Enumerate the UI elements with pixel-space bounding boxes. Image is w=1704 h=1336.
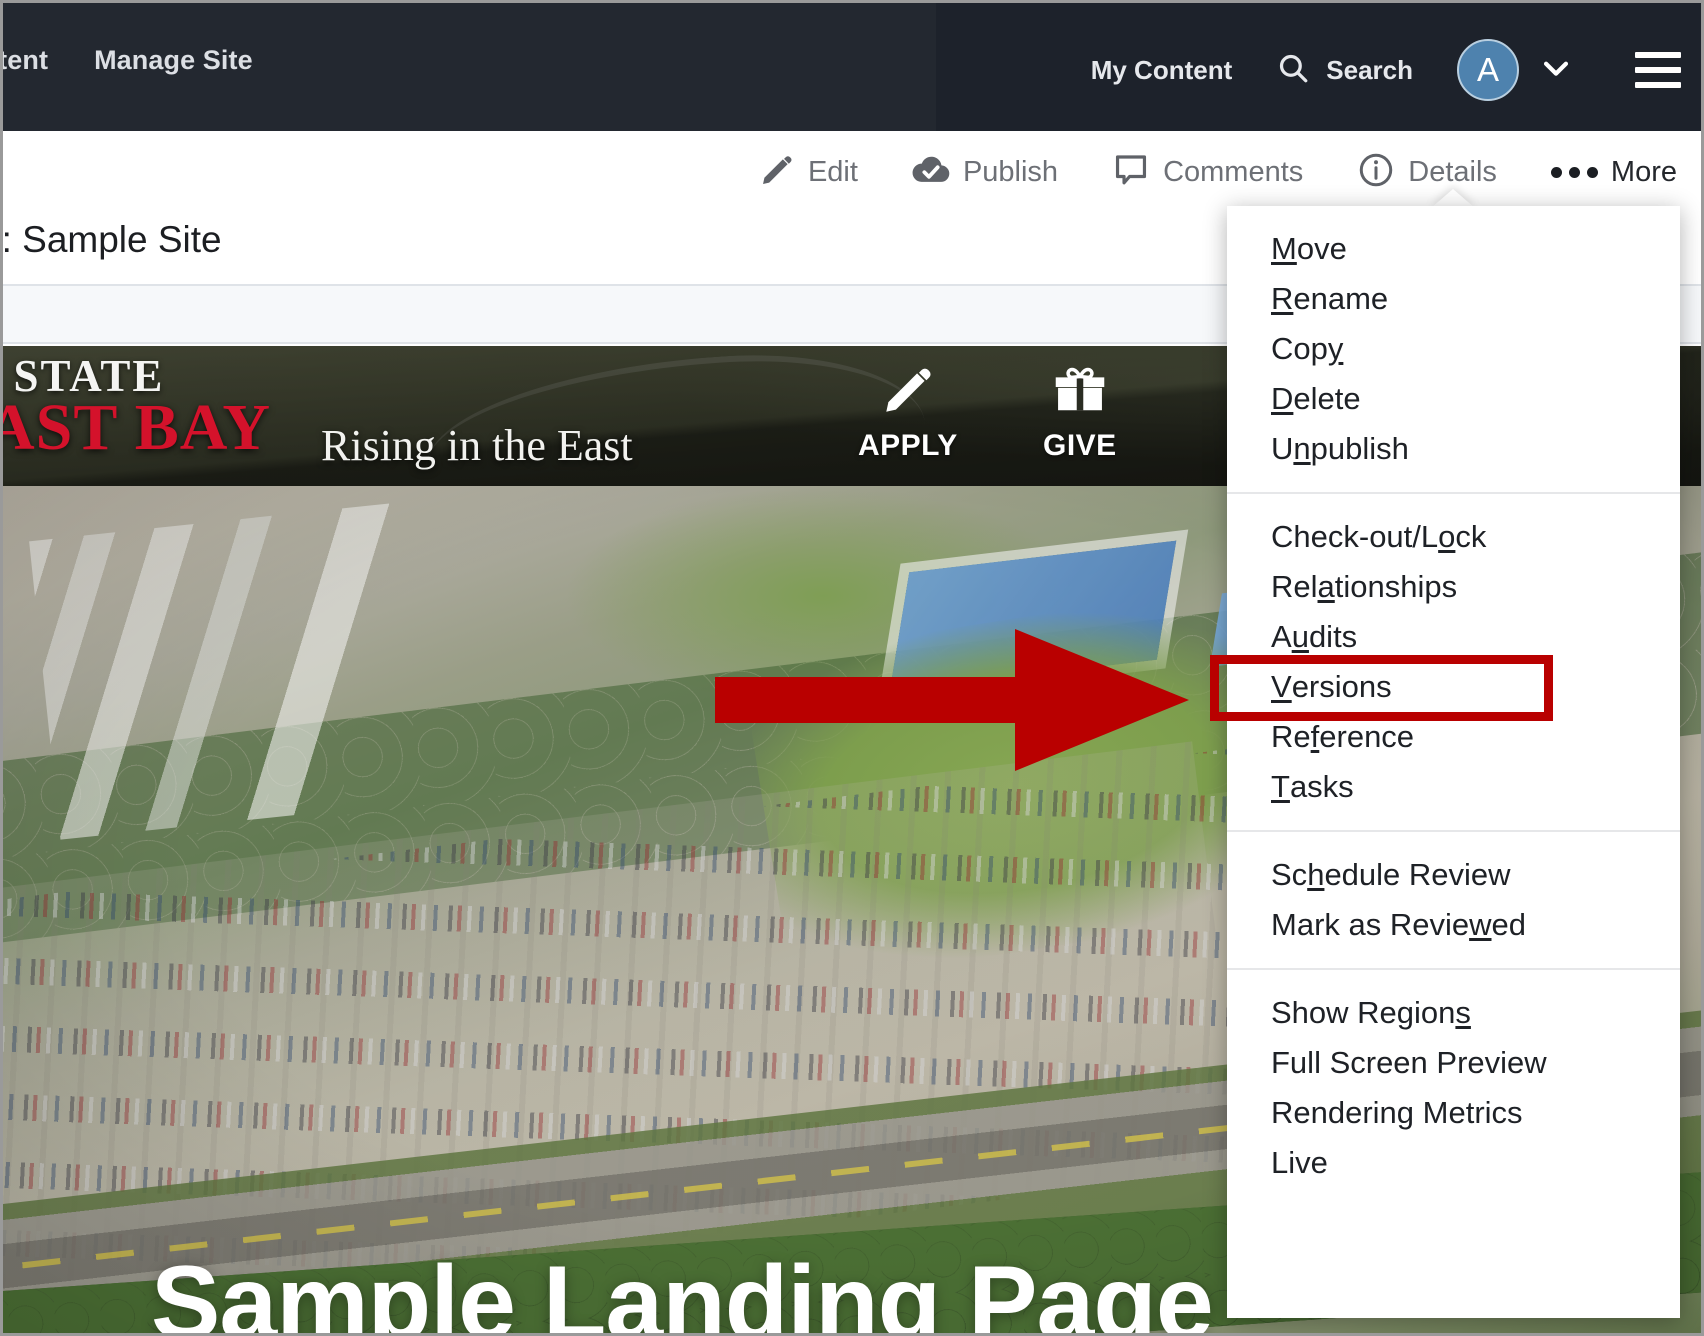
more-dropdown-menu: Move Rename Cop y Delete Un publish Check-out/L…: [1227, 206, 1680, 1318]
menu-item-live[interactable]: Live: [1227, 1138, 1680, 1188]
cloud-check-icon: [912, 151, 950, 194]
site-tagline: Rising in the East: [321, 421, 633, 470]
menu-item-versions[interactable]: Versions: [1227, 662, 1680, 712]
menu-item-mark-as-reviewed[interactable]: Mark as Revie w ed: [1227, 900, 1680, 950]
menu-item-reference[interactable]: Re f erence: [1227, 712, 1680, 762]
toolbar-more-label: More: [1610, 155, 1677, 188]
menu-item-tasks[interactable]: Tasks: [1227, 762, 1680, 812]
pencil-icon: [759, 152, 795, 193]
search-button[interactable]: Search: [1276, 51, 1413, 90]
menu-group-file-actions: Move Rename Cop y Delete Un publish: [1227, 206, 1680, 492]
menu-item-full-screen-preview[interactable]: Full Screen Preview: [1227, 1038, 1680, 1088]
nav-manage-site[interactable]: Manage Site: [94, 45, 253, 76]
menu-item-move[interactable]: Move: [1227, 224, 1680, 274]
my-content-link[interactable]: My Content: [1091, 55, 1233, 86]
nav-content[interactable]: ontent: [3, 45, 48, 76]
menu-group-content-actions: Check-out/L o ck Rel a tionships Au dits Version…: [1227, 492, 1680, 830]
page-title: e: Sample Site: [3, 219, 222, 260]
primary-nav: ontent Manage Site: [3, 45, 253, 76]
menu-item-delete[interactable]: Delete: [1227, 374, 1680, 424]
toolbar-edit[interactable]: Edit: [759, 152, 858, 193]
toolbar-details-label: Details: [1408, 155, 1497, 188]
avatar[interactable]: A: [1457, 39, 1519, 101]
top-navigation-bar: ontent Manage Site My Content Search A: [3, 3, 1701, 131]
site-logo[interactable]: , STATE AST BAY: [3, 354, 271, 461]
toolbar-edit-label: Edit: [807, 155, 858, 188]
toolbar-details[interactable]: Details: [1357, 151, 1497, 194]
search-icon: [1276, 51, 1310, 90]
menu-group-review-actions: Sc h edule Review Mark as Revie w ed: [1227, 830, 1680, 968]
menu-group-view-actions: Show Region s Full Screen Preview Rendering…: [1227, 968, 1680, 1206]
menu-item-check-out-lock[interactable]: Check-out/L o ck: [1227, 512, 1680, 562]
topbar-right-group: My Content Search A: [1091, 39, 1681, 101]
menu-item-unpublish[interactable]: Un publish: [1227, 424, 1680, 474]
banner-cta-give[interactable]: GIVE: [1043, 362, 1117, 463]
info-circle-icon: [1357, 151, 1395, 194]
site-logo-line2: AST BAY: [3, 391, 271, 464]
chevron-down-icon[interactable]: [1539, 51, 1573, 90]
avatar-initial: A: [1476, 51, 1499, 88]
menu-item-relationships[interactable]: Rel a tionships: [1227, 562, 1680, 612]
menu-item-show-regions[interactable]: Show Region s: [1227, 988, 1680, 1038]
hero-headline: Sample Landing Page: [151, 1245, 1214, 1333]
search-label: Search: [1326, 54, 1413, 85]
ellipsis-icon: [1550, 166, 1598, 178]
toolbar-publish-label: Publish: [962, 155, 1059, 188]
banner-cta-apply[interactable]: APPLY: [858, 362, 958, 463]
menu-item-schedule-review[interactable]: Sc h edule Review: [1227, 850, 1680, 900]
banner-cta-apply-label: APPLY: [858, 429, 958, 462]
toolbar-more[interactable]: More: [1550, 155, 1677, 189]
hamburger-menu-icon[interactable]: [1635, 52, 1681, 88]
menu-item-copy[interactable]: Cop y: [1227, 324, 1680, 374]
banner-cta-give-label: GIVE: [1043, 429, 1117, 462]
toolbar-comments[interactable]: Comments: [1112, 151, 1303, 194]
menu-item-rename[interactable]: Rename: [1227, 274, 1680, 324]
toolbar-publish[interactable]: Publish: [912, 151, 1058, 194]
browser-screenshot: ontent Manage Site My Content Search A: [0, 0, 1704, 1336]
pencil-icon: [880, 362, 936, 423]
menu-item-audits[interactable]: Au dits: [1227, 612, 1680, 662]
toolbar-comments-label: Comments: [1163, 155, 1304, 188]
menu-item-rendering-metrics[interactable]: Rendering Metrics: [1227, 1088, 1680, 1138]
comment-bubble-icon: [1112, 151, 1150, 194]
gift-icon: [1052, 362, 1108, 423]
